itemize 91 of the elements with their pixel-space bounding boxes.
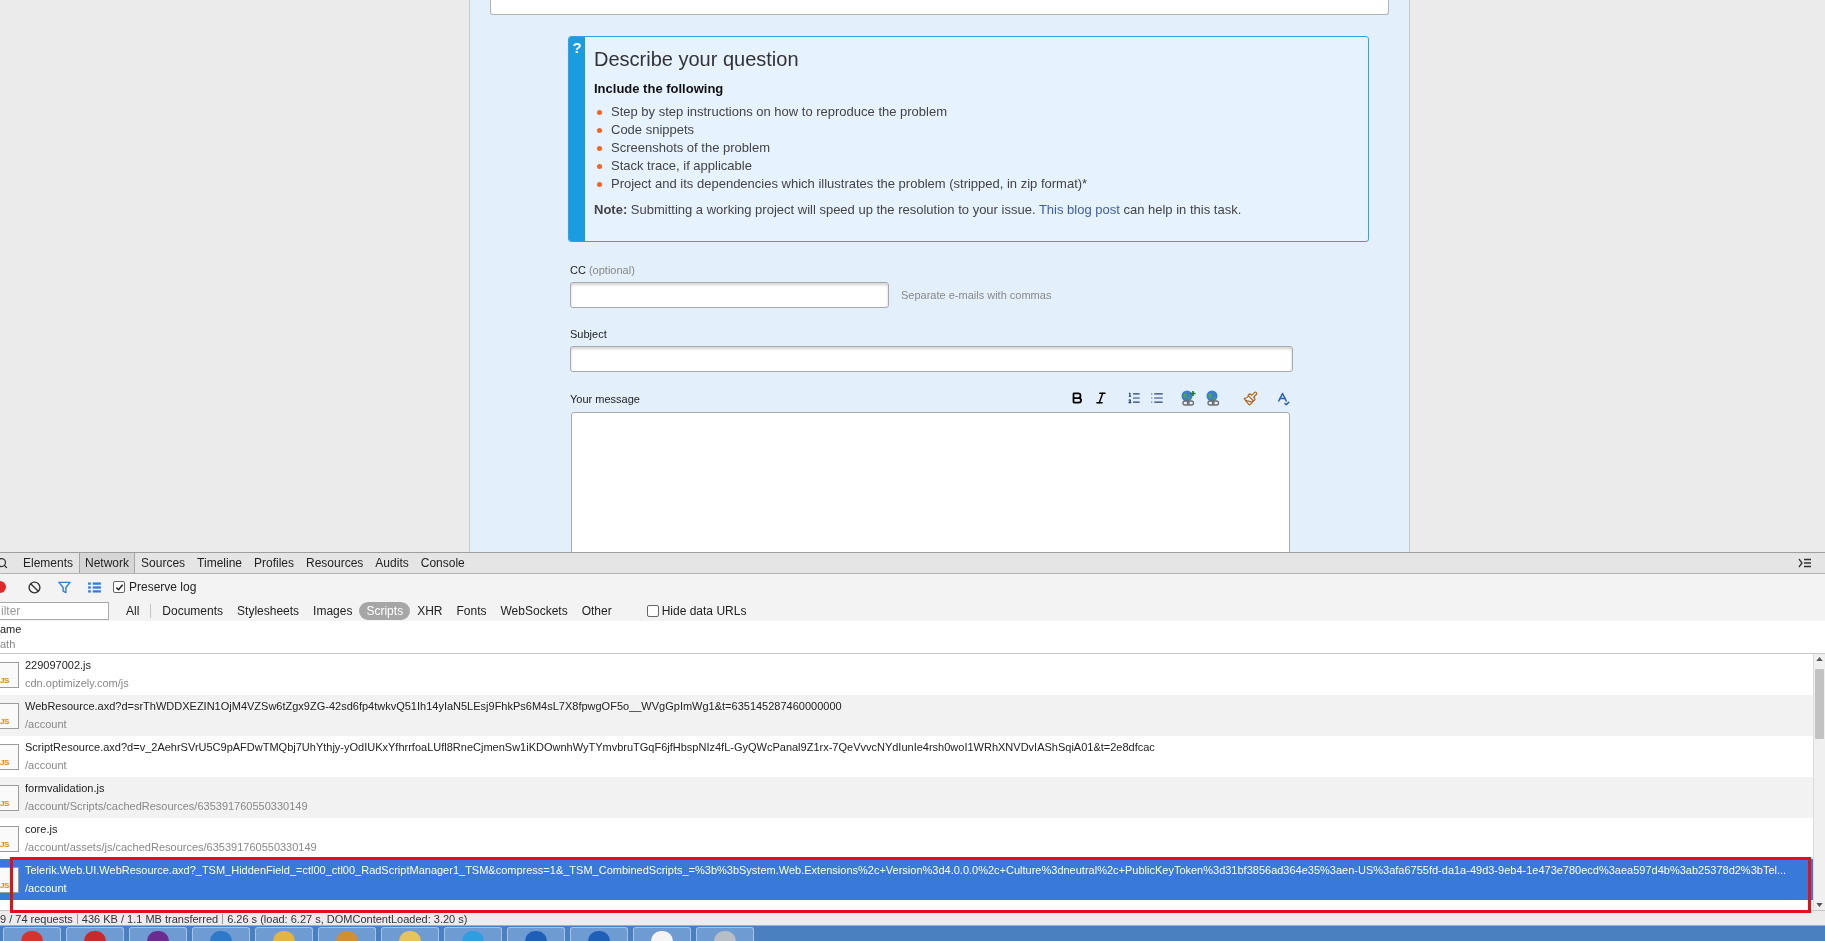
request-name: ScriptResource.axd?d=v_2AehrSVrU5C9pAFDwTMQbj7UhYthjy-yOdIUKxYfhrrfoaLUfl8RneCjmenSw1iKDOwnhWyTYmvbruTGqF6jfHbspNIz4fL-GyQWcPanal9Z1rx-7QeVvvcNYdIunIe4rsh0woI1WRhXNVDvIAShSqiA01&t=2e8dfcac [25, 740, 1155, 755]
type-filter-button[interactable]: Other [574, 601, 619, 620]
type-filter-button[interactable]: Fonts [449, 601, 494, 620]
taskbar-button[interactable] [66, 927, 124, 941]
help-stripe: ? [569, 37, 585, 241]
column-header[interactable]: ame [0, 622, 22, 637]
bulleted-list-icon[interactable] [1150, 391, 1164, 405]
drawer-toggle-icon[interactable] [1798, 558, 1812, 568]
insert-link-icon[interactable] [1180, 390, 1196, 406]
request-path: /account/Scripts/cachedResources/635391760550330149 [25, 799, 308, 814]
cc-hint: Separate e-mails with commas [901, 287, 1052, 303]
devtools-tab[interactable]: Console [414, 553, 471, 573]
request-path: /account [25, 717, 67, 732]
devtools-tab[interactable]: Network [79, 553, 136, 573]
request-path: /account [25, 881, 67, 896]
type-filter-button[interactable]: Images [306, 601, 360, 620]
request-path: cdn.optimizely.com/js [25, 676, 129, 691]
devtools-tab[interactable]: Timeline [191, 553, 248, 573]
taskbar-button[interactable] [3, 927, 61, 941]
request-name: formvalidation.js [25, 781, 105, 796]
type-filter-button[interactable]: Stylesheets [230, 601, 307, 620]
spell-check-icon[interactable] [1275, 390, 1290, 406]
status-text: 9 / 74 requests [0, 914, 73, 925]
devtools-tab[interactable]: Sources [135, 553, 192, 573]
request-path: /account [25, 758, 67, 773]
checkmark-icon [114, 582, 124, 592]
help-subtitle: Include the following [594, 81, 724, 97]
type-filter-button[interactable]: Documents [155, 601, 231, 620]
type-filter-button[interactable]: XHR [410, 601, 450, 620]
help-title: Describe your question [594, 47, 799, 71]
clear-icon[interactable] [28, 580, 41, 594]
taskbar-button[interactable] [192, 927, 250, 941]
script-file-icon: JS [0, 743, 19, 770]
devtools-tab[interactable]: Resources [300, 553, 370, 573]
help-list-item: Step by step instructions on how to reproduce the problem [611, 104, 948, 120]
italic-icon[interactable] [1094, 391, 1108, 405]
globe-link-icon[interactable] [1205, 390, 1221, 406]
scrollbar-thumb[interactable] [1815, 669, 1824, 739]
devtools-tab[interactable]: Profiles [248, 553, 300, 573]
bullet-icon [597, 181, 602, 187]
help-list-item: Code snippets [611, 122, 695, 138]
status-text: 6.26 s (load: 6.27 s, DOMContentLoaded: 3.20 s) [227, 914, 468, 925]
script-file-icon: JS [0, 702, 19, 729]
request-row[interactable]: JS WebResource.axd?d=srThWDDXEZIN1OjM4VZSw6tZgx9ZG-42sd6fp4twkvQ51Ih14yIaN5LEsj9FhkPs6M4sL7X8fpwgOF5o__WVgGpImWg1&t=635145287460000000 /account [0, 695, 1813, 736]
filter-icon[interactable] [58, 580, 71, 594]
scroll-down-icon[interactable] [1816, 903, 1823, 907]
taskbar-button[interactable] [633, 927, 691, 941]
scrollbar-track[interactable] [1813, 654, 1825, 910]
preserve-log-label: Preserve log [129, 579, 197, 596]
request-row[interactable] [0, 859, 1813, 900]
input-field[interactable] [490, 0, 1389, 15]
request-row[interactable]: JS formvalidation.js /account/Scripts/cachedResources/635391760550330149 [0, 777, 1813, 818]
devtools-tab[interactable]: Elements [17, 553, 80, 573]
note-text: Note: Submitting a working project will speed up the resolution to your issue. This blog post can help in this task. [594, 202, 1242, 218]
request-name: 229097002.js [25, 658, 92, 673]
type-filter-button[interactable]: All [119, 601, 147, 620]
column-subheader: ath [0, 637, 16, 652]
request-name: Telerik.Web.UI.WebResource.axd?_TSM_HiddenField_=ctl00_ctl00_RadScriptManager1_TSM&compress=1&_TSM_CombinedScripts_=%3b%3bSystem.Web.Extensions%2c+Version%3d4.0.0.0%2c+Culture%3dneutral%2c+PublicKeyToken%3d31bf3856ad364e35%3aen-US%3afa6755fd-da1a-49d3-9eb4-1e473e780ecd%3aea597d4b%3ab25378d2%3bTel... [25, 863, 1787, 878]
bullet-icon [597, 145, 602, 151]
type-filter-button[interactable]: WebSockets [493, 601, 575, 620]
hide-data-urls-checkbox[interactable] [646, 604, 659, 617]
bold-icon[interactable] [1070, 391, 1084, 405]
hide-data-urls-label: Hide data URLs [661, 602, 747, 620]
bullet-icon [597, 109, 602, 115]
subject-input[interactable] [570, 346, 1293, 372]
bullet-icon [597, 127, 602, 133]
script-file-icon: JS [0, 661, 19, 688]
list-view-icon[interactable] [88, 581, 101, 593]
cc-label: CC (optional) [570, 263, 635, 277]
taskbar-button[interactable] [507, 927, 565, 941]
bullet-icon [597, 163, 602, 169]
help-list-item: Stack trace, if applicable [611, 158, 752, 174]
subject-label: Subject [570, 327, 607, 341]
script-file-icon: JS [0, 784, 19, 811]
cc-input[interactable] [570, 282, 889, 308]
status-text: 436 KB / 1.1 MB transferred [81, 914, 219, 925]
request-name: WebResource.axd?d=srThWDDXEZIN1OjM4VZSw6tZgx9ZG-42sd6fp4twkvQ51Ih14yIaN5LEsj9FhkPs6M4sL7X8fpwgOF5o__WVgGpImWg1&t=635145287460000000 [25, 699, 842, 714]
scroll-up-icon[interactable] [1816, 657, 1823, 661]
request-path: /account/assets/js/cachedResources/635391760550330149 [25, 840, 317, 855]
script-file-icon: JS [0, 825, 19, 852]
taskbar-button[interactable] [570, 927, 628, 941]
preserve-log-checkbox[interactable] [113, 581, 125, 593]
devtools-tab[interactable]: Audits [369, 553, 415, 573]
numbered-list-icon[interactable] [1127, 391, 1141, 405]
request-name: core.js [25, 822, 58, 837]
help-list-item: Screenshots of the problem [611, 140, 770, 156]
blog-post-link[interactable]: This blog post [1038, 202, 1120, 217]
taskbar-button[interactable] [129, 927, 187, 941]
help-list-item: Project and its dependencies which illustrates the problem (stripped, in zip format)* [611, 176, 1088, 192]
paintbrush-icon[interactable] [1243, 390, 1258, 406]
message-label: Your message [570, 392, 640, 406]
